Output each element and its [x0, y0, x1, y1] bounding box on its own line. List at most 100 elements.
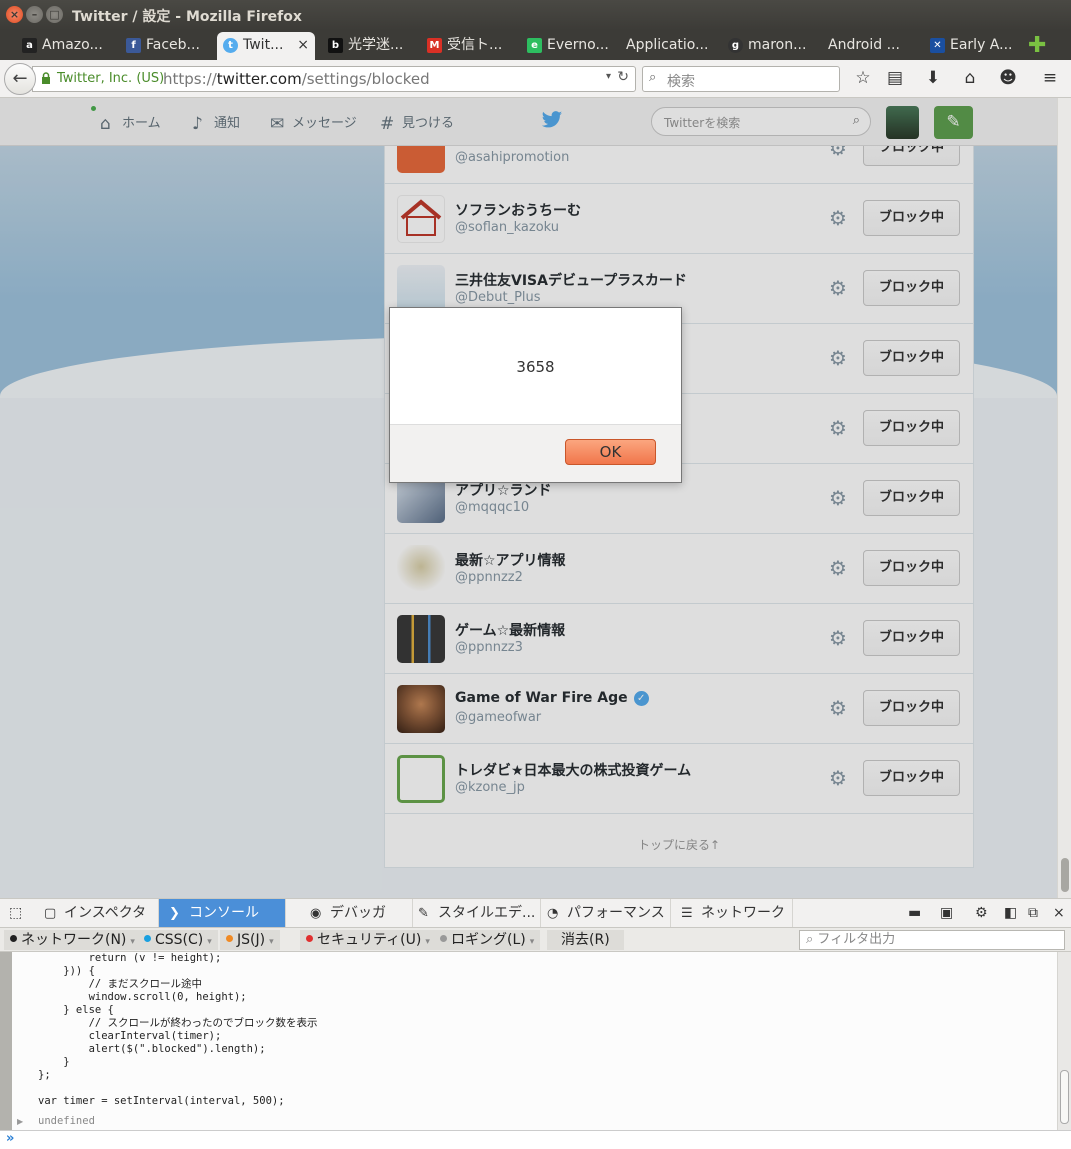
console-scrollbar-thumb[interactable] [1060, 1070, 1069, 1124]
tab-label: Early A... [950, 37, 1013, 53]
tab-gmail[interactable]: M 受信ト... [421, 32, 515, 60]
settings-icon[interactable]: ⚙ [975, 905, 988, 921]
tab-facebook[interactable]: f Faceb... [120, 32, 212, 60]
responsive-mode-icon[interactable]: ▣ [940, 905, 953, 921]
dropdown-icon[interactable]: ▾ [530, 937, 535, 947]
url-scheme: https:// [163, 70, 217, 88]
menu-icon[interactable]: ≡ [1039, 68, 1061, 88]
tab-close-icon[interactable]: × [297, 32, 309, 58]
alert-dialog: 3658 OK [389, 307, 682, 483]
window-maximize-button[interactable]: □ [46, 6, 63, 23]
filter-css-button[interactable]: CSS(C) ▾ [138, 930, 218, 950]
tab-application[interactable]: Applicatio... [600, 32, 715, 60]
navigation-toolbar: Twitter, Inc. (US) https://twitter.com/s… [0, 60, 1071, 98]
page-viewport: @asahipromotion ⚙ ブロック中 ソフランおうちーむ @sofla… [0, 98, 1057, 898]
console-filter-input[interactable]: ⌕ フィルタ出力 [799, 930, 1065, 950]
browser-search-input[interactable]: ⌕ 検索 [642, 66, 840, 92]
page-scrollbar-thumb[interactable] [1061, 858, 1069, 892]
inspector-icon: ▢ [44, 906, 57, 921]
tab-label: Faceb... [146, 37, 200, 53]
new-tab-icon[interactable]: ✚ [1028, 33, 1046, 58]
tab-early-access[interactable]: ✕ Early A... [924, 32, 1020, 60]
dropdown-icon[interactable]: ▾ [130, 937, 135, 947]
search-icon: ⌕ [649, 70, 657, 85]
dock-side-icon[interactable]: ◧ [1004, 905, 1017, 921]
window-minimize-button[interactable]: – [26, 6, 43, 23]
tab-label: ネットワーク [701, 905, 785, 921]
evernote-icon: e [527, 38, 542, 53]
ok-button[interactable]: OK [565, 439, 656, 465]
tab-console[interactable]: ❯ コンソール [159, 899, 286, 927]
close-devtools-icon[interactable]: × [1053, 905, 1065, 921]
dropdown-icon[interactable]: ▾ [207, 937, 212, 947]
tab-hatena[interactable]: b 光学迷... [322, 32, 414, 60]
amazon-icon: a [22, 38, 37, 53]
tab-label: パフォーマンス [567, 905, 665, 921]
download-icon[interactable]: ⬇ [922, 68, 944, 88]
tab-performance[interactable]: ◔ パフォーマンス [537, 899, 671, 927]
github-icon: g [728, 38, 743, 53]
security-dot-icon [306, 935, 313, 942]
bookmark-star-icon[interactable]: ☆ [852, 68, 874, 88]
debugger-icon: ◉ [310, 906, 322, 921]
undock-icon[interactable]: ⧉ [1028, 905, 1038, 921]
window-title: Twitter / 設定 - Mozilla Firefox [72, 9, 302, 25]
console-scrollbar[interactable] [1057, 952, 1071, 1130]
filter-label: セキュリティ(U) [317, 932, 422, 948]
dropdown-icon[interactable]: ▾ [269, 937, 274, 947]
logging-dot-icon [440, 935, 447, 942]
split-console-icon[interactable]: ▬ [908, 905, 921, 921]
tab-network[interactable]: ☰ ネットワーク [671, 899, 793, 927]
filter-js-button[interactable]: JS(J) ▾ [220, 930, 280, 950]
tab-label: Twit... [243, 37, 284, 53]
hatena-icon: b [328, 38, 343, 53]
reload-icon[interactable]: ↻ [617, 69, 629, 85]
lock-icon [42, 72, 50, 84]
tab-style-editor[interactable]: ✎ スタイルエデ... [408, 899, 541, 927]
filter-security-button[interactable]: セキュリティ(U) ▾ [300, 930, 436, 950]
page-scrollbar[interactable] [1057, 98, 1071, 898]
element-picker-icon[interactable]: ⬚ [9, 905, 22, 921]
dropdown-icon[interactable]: ▾ [425, 937, 430, 947]
window-close-button[interactable]: × [6, 6, 23, 23]
url-text[interactable]: https://twitter.com/settings/blocked [163, 70, 430, 88]
tab-android[interactable]: Android ... [802, 32, 912, 60]
back-button[interactable]: ← [4, 63, 36, 95]
social-icon[interactable]: ☻ [997, 68, 1019, 88]
filter-network-button[interactable]: ネットワーク(N) ▾ [4, 930, 141, 950]
url-dropdown-icon[interactable]: ▾ [606, 71, 611, 82]
filter-label: JS(J) [237, 932, 266, 948]
tab-github[interactable]: g maron... [722, 32, 814, 60]
home-icon[interactable]: ⌂ [959, 68, 981, 88]
alert-message: 3658 [516, 358, 555, 376]
devtools-toolbar: ⬚ ▢ インスペクタ ❯ コンソール ◉ デバッガ ✎ スタイルエデ... ◔ パフォーマ… [0, 898, 1071, 928]
gauge-icon: ◔ [547, 906, 559, 921]
reading-list-icon[interactable]: ▤ [884, 68, 906, 88]
url-path: /settings/blocked [301, 70, 430, 88]
tab-label: コンソール [189, 905, 259, 921]
console-input[interactable]: » [0, 1130, 1071, 1149]
tab-twitter[interactable]: t Twit... × [217, 32, 315, 60]
alert-footer: OK [390, 424, 681, 482]
filter-logging-button[interactable]: ロギング(L) ▾ [434, 930, 541, 950]
console-output: return (v != height); })) { // まだスクロール途中… [0, 952, 1057, 1130]
x-icon: ✕ [930, 38, 945, 53]
url-bar[interactable]: Twitter, Inc. (US) https://twitter.com/s… [32, 66, 636, 92]
tab-inspector[interactable]: ▢ インスペクタ [34, 899, 159, 927]
tab-label: maron... [748, 37, 807, 53]
result-arrow-icon: ▶ [17, 1117, 24, 1126]
tab-label: インスペクタ [64, 905, 147, 921]
css-dot-icon [144, 935, 151, 942]
network-dot-icon [10, 935, 17, 942]
filter-placeholder: フィルタ出力 [817, 932, 896, 947]
tab-amazon[interactable]: a Amazo... [16, 32, 114, 60]
filter-label: ロギング(L) [451, 932, 526, 948]
network-icon: ☰ [681, 906, 693, 921]
site-identity[interactable]: Twitter, Inc. (US) [57, 71, 164, 86]
tab-label: Android ... [828, 37, 900, 53]
tab-debugger[interactable]: ◉ デバッガ [300, 899, 413, 927]
clear-console-button[interactable]: 消去(R) [547, 930, 624, 950]
tab-label: Applicatio... [626, 37, 709, 53]
console-code-block: return (v != height); })) { // まだスクロール途中… [38, 952, 318, 1107]
twitter-icon: t [223, 38, 238, 53]
